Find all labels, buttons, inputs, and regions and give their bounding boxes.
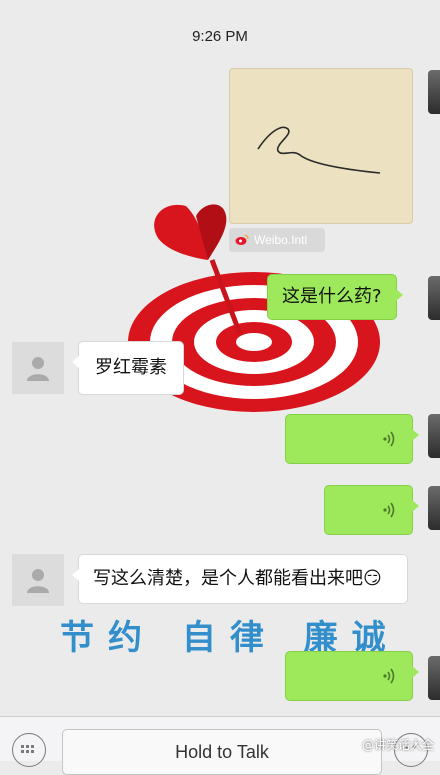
keyboard-toggle-button[interactable] (12, 733, 46, 767)
voice-message-bubble[interactable] (285, 651, 419, 701)
message-bubble-received[interactable]: 罗红霉素 (72, 341, 184, 395)
keyboard-icon (21, 745, 34, 753)
avatar[interactable] (428, 486, 440, 530)
avatar[interactable] (12, 554, 64, 606)
user-placeholder-icon (27, 357, 49, 381)
user-placeholder-icon (27, 569, 49, 593)
voice-message-bubble[interactable] (324, 485, 419, 535)
voice-wave-icon (383, 668, 395, 684)
status-time: 9:26 PM (192, 28, 248, 45)
voice-wave-icon (383, 431, 395, 447)
voice-message-bubble[interactable] (285, 414, 419, 464)
message-bubble-sent[interactable]: 这是什么药? (267, 274, 403, 320)
watermark: @讲笑话大全 (361, 738, 434, 752)
message-text: 写这么清楚，是个人都能看出来吧😏 (93, 568, 382, 589)
message-text: 这是什么药? (282, 286, 382, 307)
avatar[interactable] (428, 656, 440, 700)
message-bubble-received[interactable]: 写这么清楚，是个人都能看出来吧😏 (72, 554, 408, 604)
avatar[interactable] (428, 70, 440, 114)
hold-to-talk-button[interactable]: Hold to Talk (62, 729, 382, 775)
message-text: 罗红霉素 (95, 357, 167, 378)
avatar[interactable] (428, 276, 440, 320)
avatar[interactable] (12, 342, 64, 394)
voice-wave-icon (383, 502, 395, 518)
avatar[interactable] (428, 414, 440, 458)
